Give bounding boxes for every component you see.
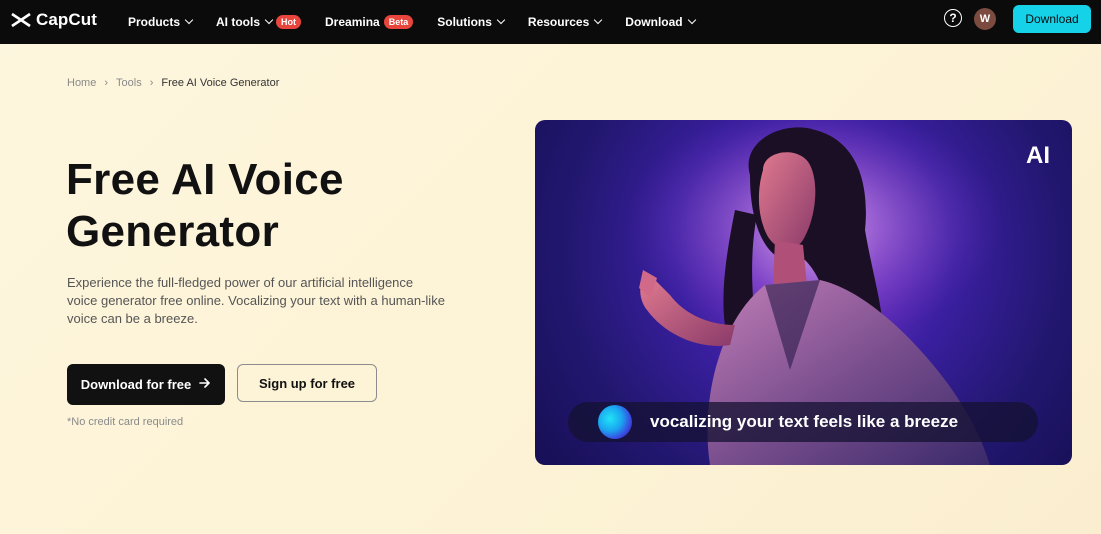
nav-item-ai-tools[interactable]: AI tools Hot (216, 15, 302, 29)
capcut-logo[interactable]: CapCut (10, 10, 97, 30)
beta-badge: Beta (383, 15, 414, 29)
chevron-down-icon (184, 15, 194, 25)
capcut-logo-icon (10, 11, 32, 29)
breadcrumb: Home › Tools › Free AI Voice Generator (67, 77, 279, 89)
sign-up-button[interactable]: Sign up for free (237, 364, 377, 402)
avatar[interactable]: W (974, 8, 996, 30)
caption-pill: vocalizing your text feels like a breeze (568, 402, 1038, 442)
caption-text: vocalizing your text feels like a breeze (650, 412, 959, 431)
nav-item-label: Solutions (437, 15, 492, 29)
breadcrumb-separator-icon: › (104, 77, 109, 89)
breadcrumb-home[interactable]: Home (67, 77, 96, 89)
breadcrumb-separator-icon: › (149, 77, 154, 89)
chevron-down-icon (264, 15, 274, 25)
arrow-right-icon (199, 377, 211, 392)
download-for-free-button[interactable]: Download for free (67, 364, 225, 405)
breadcrumb-current: Free AI Voice Generator (161, 77, 280, 89)
chevron-down-icon (496, 15, 506, 25)
button-label: Download for free (80, 377, 192, 392)
no-credit-card-note: *No credit card required (67, 416, 184, 428)
voice-orb-icon (598, 405, 632, 439)
hero-description: Experience the full-fledged power of our… (67, 275, 445, 326)
nav-item-products[interactable]: Products (128, 15, 194, 29)
nav-item-dreamina[interactable]: Dreamina Beta (325, 15, 414, 29)
question-circle-icon[interactable]: ? (944, 9, 962, 27)
hot-badge: Hot (276, 15, 302, 29)
chevron-down-icon (687, 15, 696, 25)
nav-item-label: Dreamina (325, 15, 380, 29)
nav-item-label: AI tools (216, 15, 261, 29)
nav-item-resources[interactable]: Resources (527, 15, 603, 29)
nav-item-label: Resources (527, 15, 590, 29)
chevron-down-icon (594, 15, 603, 25)
nav-item-label: Products (128, 15, 181, 29)
nav-menu: Products AI tools Hot Dreamina Beta Solu… (128, 0, 719, 44)
nav-item-label: Download (625, 15, 683, 29)
breadcrumb-tools[interactable]: Tools (116, 77, 142, 89)
page-title: Free AI Voice Generator (66, 155, 344, 256)
nav-item-download[interactable]: Download (625, 15, 696, 29)
nav-download-button[interactable]: Download (1013, 5, 1091, 33)
nav-item-solutions[interactable]: Solutions (437, 15, 506, 29)
top-nav: CapCut Products AI tools Hot Dreamina Be… (0, 0, 1101, 44)
ai-label: AI (1026, 142, 1050, 169)
hero-media[interactable]: AI vocalizing your text feels like a bre… (535, 120, 1072, 465)
logo-text: CapCut (36, 10, 98, 29)
